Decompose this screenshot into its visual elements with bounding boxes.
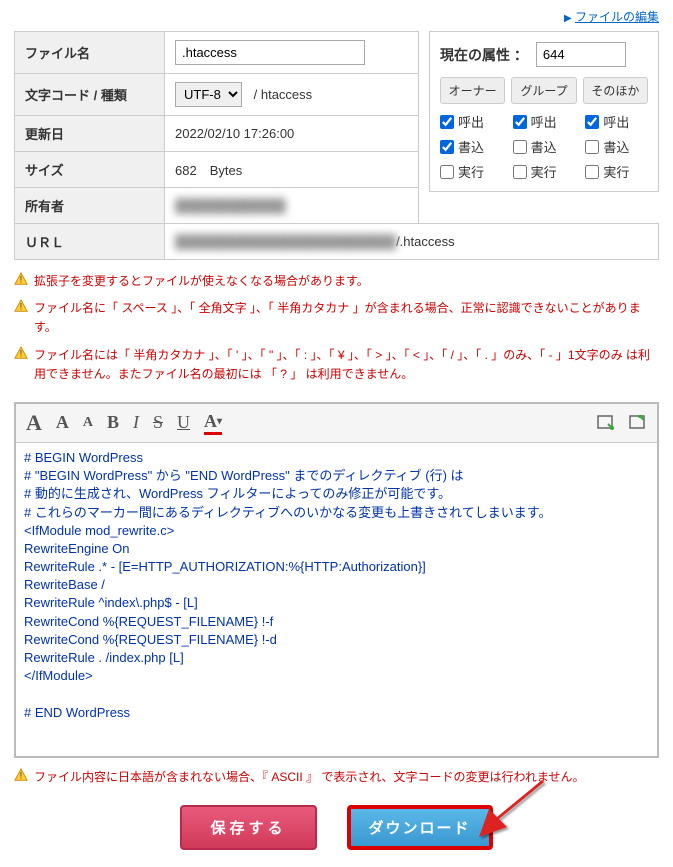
editor-toolbar: A A A B I S U A▾ <box>16 404 657 443</box>
save-button[interactable]: 保存する <box>180 805 316 850</box>
download-button[interactable]: ダウンロード <box>347 805 493 850</box>
insert-icon-1[interactable] <box>597 415 615 431</box>
perm-checkbox-input[interactable] <box>513 140 527 154</box>
perm-checkbox-input[interactable] <box>585 115 599 129</box>
filename-input[interactable] <box>175 40 365 65</box>
perm-checkbox[interactable]: 呼出 <box>440 112 503 131</box>
attributes-panel: 現在の属性 ： オーナー グループ そのほか 呼出 呼出 呼出書込 書込 書込実行 実行 実… <box>429 31 659 192</box>
perm-checkbox[interactable]: 実行 <box>440 162 503 181</box>
perm-label: 呼出 <box>531 112 557 131</box>
edit-file-link[interactable]: ファイルの編集 <box>575 10 659 24</box>
perm-label: 書込 <box>603 137 629 156</box>
warning-text: ファイル名には「 半角カタカナ 」、「 ' 」、「 " 」、「 : 」、「 ¥ … <box>34 346 659 384</box>
svg-text:!: ! <box>20 770 22 780</box>
url-table: ＵＲＬ ████████████████████████/.htaccess <box>14 223 659 260</box>
font-color-icon[interactable]: A▾ <box>204 411 222 435</box>
filetype-text: / htaccess <box>254 87 313 102</box>
attr-value-input[interactable] <box>536 42 626 67</box>
warning-icon: ! <box>14 346 28 360</box>
bold-icon[interactable]: B <box>107 412 119 433</box>
label-updated: 更新日 <box>15 116 165 152</box>
triangle-icon: ▶ <box>564 13 572 24</box>
perm-checkbox[interactable]: 実行 <box>513 162 576 181</box>
warning-item: ! ファイル名には「 半角カタカナ 」、「 ' 」、「 " 」、「 : 」、「 ¥… <box>14 346 659 384</box>
svg-text:!: ! <box>20 275 22 285</box>
insert-icon-2[interactable] <box>629 415 647 431</box>
editor-panel: A A A B I S U A▾ <box>14 402 659 758</box>
warning-text: ファイル内容に日本語が含まれない場合、『 ASCII 』 で表示され、文字コード… <box>34 768 585 787</box>
warning-text: 拡張子を変更するとファイルが使えなくなる場合があります。 <box>34 272 369 291</box>
perm-header-owner[interactable]: オーナー <box>440 77 505 104</box>
warning-text: ファイル名に「 スペース 」、「 全角文字 」、「 半角カタカナ 」が含まれる場… <box>34 299 659 337</box>
perm-checkbox[interactable]: 呼出 <box>585 112 648 131</box>
perm-checkbox-input[interactable] <box>440 115 454 129</box>
file-content-editor[interactable] <box>16 443 657 753</box>
value-owner: ████████████ <box>165 188 419 224</box>
perm-label: 実行 <box>458 162 484 181</box>
top-link: ▶ ファイルの編集 <box>14 8 659 25</box>
perm-checkbox-input[interactable] <box>513 165 527 179</box>
label-url: ＵＲＬ <box>15 224 165 260</box>
underline-icon[interactable]: U <box>177 412 190 433</box>
charset-select[interactable]: UTF-8 <box>175 82 242 107</box>
perm-checkbox-input[interactable] <box>585 165 599 179</box>
warning-item: ! ファイル名に「 スペース 」、「 全角文字 」、「 半角カタカナ 」が含まれる… <box>14 299 659 337</box>
svg-text:!: ! <box>20 348 22 358</box>
perm-checkbox-input[interactable] <box>440 140 454 154</box>
perm-header-other[interactable]: そのほか <box>583 77 648 104</box>
font-size-large-icon[interactable]: A <box>26 410 42 436</box>
label-filename: ファイル名 <box>15 32 165 74</box>
label-charset: 文字コード / 種類 <box>15 74 165 116</box>
perm-label: 実行 <box>603 162 629 181</box>
value-url: ████████████████████████/.htaccess <box>165 224 659 260</box>
attr-title: 現在の属性 ： <box>440 45 528 65</box>
perm-header-group[interactable]: グループ <box>511 77 576 104</box>
perm-label: 呼出 <box>458 112 484 131</box>
perm-label: 実行 <box>531 162 557 181</box>
perm-checkbox-input[interactable] <box>513 115 527 129</box>
warning-icon: ! <box>14 299 28 313</box>
perm-checkbox-input[interactable] <box>440 165 454 179</box>
perm-checkbox[interactable]: 書込 <box>513 137 576 156</box>
label-owner: 所有者 <box>15 188 165 224</box>
value-updated: 2022/02/10 17:26:00 <box>165 116 419 152</box>
warning-item: ! ファイル内容に日本語が含まれない場合、『 ASCII 』 で表示され、文字コ… <box>14 768 659 787</box>
perm-checkbox[interactable]: 呼出 <box>513 112 576 131</box>
perm-checkbox-input[interactable] <box>585 140 599 154</box>
font-size-small-icon[interactable]: A <box>83 415 93 431</box>
warning-icon: ! <box>14 768 28 782</box>
warning-item: ! 拡張子を変更するとファイルが使えなくなる場合があります。 <box>14 272 659 291</box>
perm-checkbox[interactable]: 書込 <box>585 137 648 156</box>
perm-label: 書込 <box>531 137 557 156</box>
perm-checkbox[interactable]: 実行 <box>585 162 648 181</box>
value-size: 682 Bytes <box>165 152 419 188</box>
strike-icon[interactable]: S <box>153 412 163 433</box>
warning-icon: ! <box>14 272 28 286</box>
perm-label: 呼出 <box>603 112 629 131</box>
file-info-table: ファイル名 文字コード / 種類 UTF-8 / htaccess 更新日 20… <box>14 31 419 224</box>
perm-label: 書込 <box>458 137 484 156</box>
label-size: サイズ <box>15 152 165 188</box>
font-size-medium-icon[interactable]: A <box>56 412 69 433</box>
perm-checkbox[interactable]: 書込 <box>440 137 503 156</box>
svg-text:!: ! <box>20 302 22 312</box>
italic-icon[interactable]: I <box>133 412 139 433</box>
